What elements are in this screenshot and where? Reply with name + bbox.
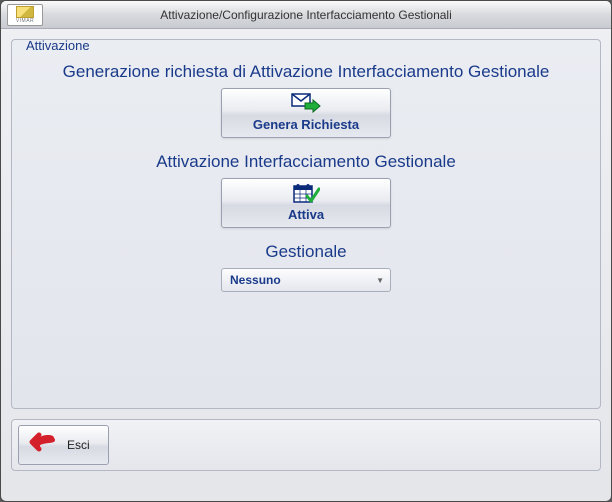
- attiva-label: Attiva: [288, 207, 324, 222]
- genera-richiesta-label: Genera Richiesta: [253, 117, 359, 132]
- gestionale-heading: Gestionale: [26, 242, 586, 262]
- generate-section: Generazione richiesta di Attivazione Int…: [26, 62, 586, 138]
- groupbox-title: Attivazione: [22, 38, 94, 53]
- activate-section: Attivazione Interfacciamento Gestionale: [26, 152, 586, 228]
- window-title: Attivazione/Configurazione Interfacciame…: [1, 8, 611, 22]
- dialog-window: VIMAR Attivazione/Configurazione Interfa…: [0, 0, 612, 502]
- esci-label: Esci: [67, 438, 90, 452]
- gestionale-selected: Nessuno: [230, 273, 281, 287]
- brand-text: VIMAR: [16, 18, 34, 24]
- mail-arrow-icon: [222, 93, 390, 115]
- attiva-button[interactable]: Attiva: [221, 178, 391, 228]
- activation-groupbox: Attivazione Generazione richiesta di Att…: [11, 39, 601, 409]
- esci-button[interactable]: Esci: [18, 425, 109, 465]
- generate-heading: Generazione richiesta di Attivazione Int…: [26, 62, 586, 82]
- client-area: Attivazione Generazione richiesta di Att…: [1, 29, 611, 501]
- gestionale-dropdown[interactable]: Nessuno ▼: [221, 268, 391, 292]
- app-icon: VIMAR: [7, 4, 43, 26]
- genera-richiesta-button[interactable]: Genera Richiesta: [221, 88, 391, 138]
- chevron-down-icon: ▼: [376, 276, 384, 285]
- titlebar: VIMAR Attivazione/Configurazione Interfa…: [1, 1, 611, 29]
- calendar-check-icon: [222, 183, 390, 205]
- gestionale-section: Gestionale Nessuno ▼: [26, 242, 586, 292]
- undo-arrow-icon: [29, 432, 57, 459]
- bottom-bar: Esci: [11, 419, 601, 471]
- activate-heading: Attivazione Interfacciamento Gestionale: [26, 152, 586, 172]
